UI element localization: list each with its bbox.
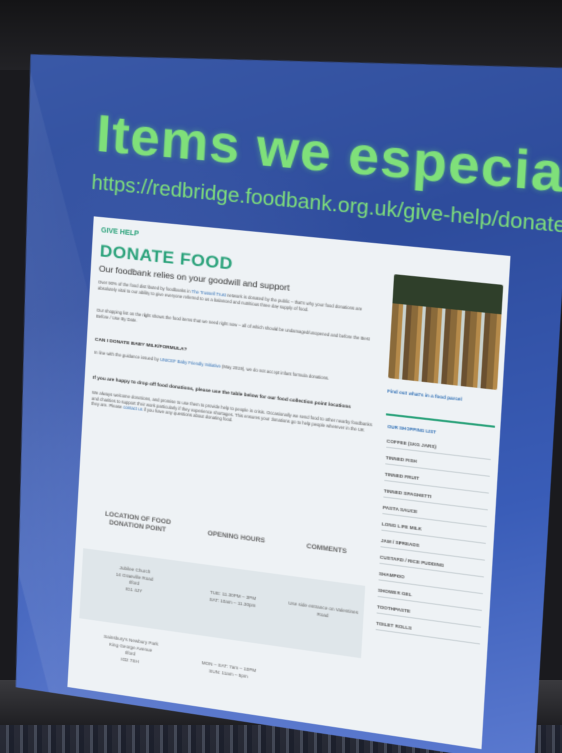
projected-slide: Items we especially need: https://redbri… xyxy=(0,28,562,753)
food-parcel-photo xyxy=(388,274,503,390)
hours-cell: MON – SAT: 7am – 10PM SUN: 11am – 5pm xyxy=(187,658,271,683)
column-header-comments: COMMENTS xyxy=(306,542,347,556)
column-header-hours: OPENING HOURS xyxy=(207,530,266,545)
food-parcel-link[interactable]: Find out what's in a food parcel xyxy=(387,388,462,402)
unicef-link[interactable]: UNICEF Baby Friendly Initiative xyxy=(160,357,221,369)
breadcrumb[interactable]: GIVE HELP xyxy=(101,227,139,238)
intro-text-end: network is donated by the public – that'… xyxy=(97,285,363,312)
projection-area: Items we especially need: https://redbri… xyxy=(0,0,562,753)
webpage-screenshot: GIVE HELP DONATE FOOD Our foodbank relie… xyxy=(67,216,510,749)
baby-milk-text-start: In line with the guidance issued by xyxy=(94,349,161,363)
sidebar: Find out what's in a food parcel OUR SHO… xyxy=(395,266,504,277)
donations-paragraph: We always welcome donations, and promise… xyxy=(91,390,372,440)
shopping-list-heading: OUR SHOPPING LIST xyxy=(387,423,437,435)
column-header-location: LOCATION OF FOOD DONATION POINT xyxy=(104,510,172,534)
hours-cell: TUE: 11.30PM – 3PM SAT: 10am – 11.30pm xyxy=(191,587,275,612)
contact-us-link[interactable]: contact us xyxy=(123,405,143,412)
location-cell: Sainsbury's Newbury Park King George Ave… xyxy=(89,632,172,670)
comments-cell: Use side entrance on Valentines Road xyxy=(282,600,363,624)
location-cell: Jubilee Church 14 Granville Road Ilford … xyxy=(93,562,176,599)
